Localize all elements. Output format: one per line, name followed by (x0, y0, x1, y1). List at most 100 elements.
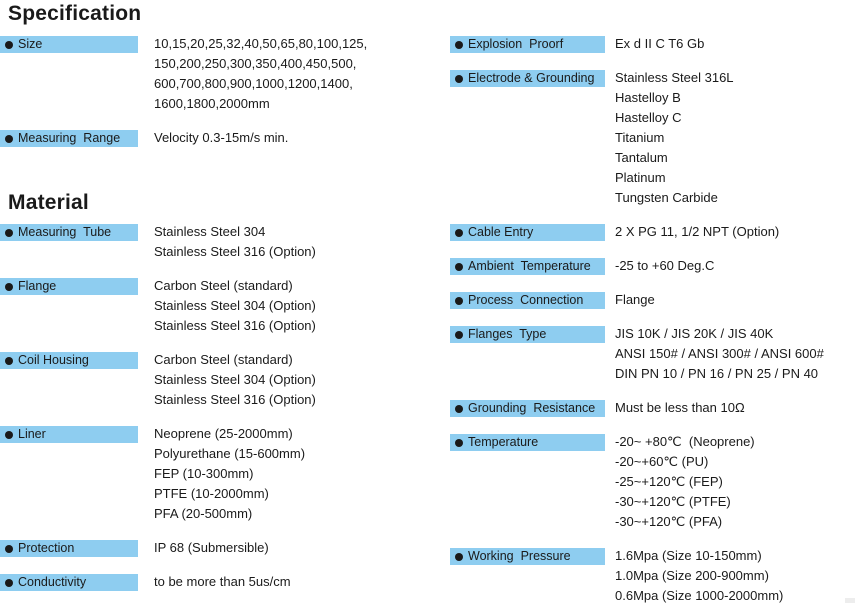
spec-value-line: Must be less than 10Ω (615, 400, 745, 415)
bullet-icon (455, 74, 463, 83)
spec-value-line: JIS 10K / JIS 20K / JIS 40K (615, 326, 774, 341)
spec-value-line: Platinum (615, 170, 666, 185)
spec-value-line: Stainless Steel 316 (Option) (154, 392, 316, 407)
bullet-icon (455, 40, 463, 49)
label-bar: Flanges Type (450, 326, 605, 343)
spec-value-line: Tungsten Carbide (615, 190, 718, 205)
bullet-icon (5, 282, 13, 291)
spec-values: Carbon Steel (standard) Stainless Steel 3… (154, 276, 316, 336)
label-bar: Working Pressure (450, 548, 605, 565)
spec-label: Process Connection (468, 293, 584, 308)
label-bar: Conductivity (0, 574, 138, 591)
bullet-icon (455, 228, 463, 237)
label-bar: Process Connection (450, 292, 605, 309)
spec-value-line: 0.6Mpa (Size 1000-2000mm) (615, 588, 784, 603)
bullet-icon (5, 430, 13, 439)
spec-value-line: Stainless Steel 304 (Option) (154, 298, 316, 313)
bullet-icon (5, 544, 13, 553)
spec-label: Explosion Proorf (468, 37, 564, 52)
spec-value-line: to be more than 5us/cm (154, 574, 291, 589)
spec-value-line: -20~ +80℃ (Neoprene) (615, 434, 755, 449)
spec-label: Liner (18, 427, 46, 442)
spec-values: to be more than 5us/cm (154, 572, 291, 592)
spec-label: Conductivity (18, 575, 87, 590)
label-bar: Size (0, 36, 138, 53)
label-bar: Ambient Temperature (450, 258, 605, 275)
bullet-icon (455, 296, 463, 305)
spec-label: Coil Housing (18, 353, 89, 368)
spec-value-line: DIN PN 10 / PN 16 / PN 25 / PN 40 (615, 366, 819, 381)
spec-value-line: 2 X PG 11, 1/2 NPT (Option) (615, 224, 780, 239)
spec-value-line: -30~+120℃ (PTFE) (615, 494, 731, 509)
spec-value-line: Neoprene (25-2000mm) (154, 426, 293, 441)
spec-value-line: ANSI 150# / ANSI 300# / ANSI 600# (615, 346, 824, 361)
spec-value-line: IP 68 (Submersible) (154, 540, 269, 555)
spec-values: -20~ +80℃ (Neoprene) -20~+60℃ (PU) -25~+12… (615, 432, 755, 532)
spec-value-line: Carbon Steel (standard) (154, 352, 293, 367)
label-bar: Flange (0, 278, 138, 295)
spec-values: 10,15,20,25,32,40,50,65,80,100,125, 150,2… (154, 34, 367, 114)
label-bar: Cable Entry (450, 224, 605, 241)
specification-sheet: Specification Material Size 10,15,20,25,3… (0, 0, 861, 609)
spec-values: IP 68 (Submersible) (154, 538, 269, 558)
label-bar: Liner (0, 426, 138, 443)
label-bar: Electrode & Grounding (450, 70, 605, 87)
bullet-icon (5, 134, 13, 143)
label-bar: Measuring Tube (0, 224, 138, 241)
spec-value-line: PTFE (10-2000mm) (154, 486, 269, 501)
spec-values: Stainless Steel 304 Stainless Steel 316 (… (154, 222, 316, 262)
spec-values: -25 to +60 Deg.C (615, 256, 714, 276)
spec-label: Flange (18, 279, 57, 294)
spec-label: Measuring Tube (18, 225, 112, 240)
spec-values: Carbon Steel (standard) Stainless Steel 3… (154, 350, 316, 410)
spec-value-line: Stainless Steel 316 (Option) (154, 244, 316, 259)
spec-value-line: 600,700,800,900,1000,1200,1400, (154, 76, 353, 91)
spec-values: Ex d II C T6 Gb (615, 34, 704, 54)
spec-value-line: Polyurethane (15-600mm) (154, 446, 306, 461)
spec-value-line: Tantalum (615, 150, 668, 165)
label-bar: Protection (0, 540, 138, 557)
bullet-icon (455, 438, 463, 447)
spec-label: Ambient Temperature (468, 259, 591, 274)
spec-value-line: FEP (10-300mm) (154, 466, 254, 481)
spec-value-line: 1.6Mpa (Size 10-150mm) (615, 548, 762, 563)
spec-value-line: 10,15,20,25,32,40,50,65,80,100,125, (154, 36, 368, 51)
spec-value-line: Hastelloy C (615, 110, 682, 125)
spec-value-line: 1600,1800,2000mm (154, 96, 270, 111)
label-bar: Explosion Proorf (450, 36, 605, 53)
spec-values: Velocity 0.3-15m/s min. (154, 128, 288, 148)
corner-artifact (845, 598, 855, 603)
section-heading-material: Material (8, 191, 89, 214)
spec-value-line: Carbon Steel (standard) (154, 278, 293, 293)
spec-label: Protection (18, 541, 75, 556)
spec-values: Neoprene (25-2000mm) Polyurethane (15-600… (154, 424, 305, 524)
spec-value-line: Hastelloy B (615, 90, 681, 105)
spec-value-line: PFA (20-500mm) (154, 506, 253, 521)
spec-label: Grounding Resistance (468, 401, 596, 416)
spec-values: 2 X PG 11, 1/2 NPT (Option) (615, 222, 779, 242)
bullet-icon (455, 262, 463, 271)
spec-value-line: Velocity 0.3-15m/s min. (154, 130, 289, 145)
spec-value-line: Stainless Steel 316L (615, 70, 734, 85)
spec-value-line: Stainless Steel 316 (Option) (154, 318, 316, 333)
spec-value-line: -25~+120℃ (FEP) (615, 474, 723, 489)
spec-values: Must be less than 10Ω (615, 398, 745, 418)
spec-values: Stainless Steel 316L Hastelloy B Hastelloy… (615, 68, 734, 208)
spec-value-line: -30~+120℃ (PFA) (615, 514, 723, 529)
spec-label: Flanges Type (468, 327, 547, 342)
spec-label: Size (18, 37, 43, 52)
spec-value-line: 1.0Mpa (Size 200-900mm) (615, 568, 769, 583)
spec-value-line: Stainless Steel 304 (Option) (154, 372, 316, 387)
label-bar: Coil Housing (0, 352, 138, 369)
bullet-icon (455, 552, 463, 561)
bullet-icon (455, 330, 463, 339)
spec-value-line: -25 to +60 Deg.C (615, 258, 715, 273)
spec-value-line: Titanium (615, 130, 665, 145)
spec-label: Cable Entry (468, 225, 534, 240)
label-bar: Measuring Range (0, 130, 138, 147)
spec-label: Measuring Range (18, 131, 121, 146)
section-heading-specification: Specification (8, 2, 142, 25)
spec-value-line: -20~+60℃ (PU) (615, 454, 709, 469)
spec-label: Working Pressure (468, 549, 571, 564)
bullet-icon (5, 228, 13, 237)
